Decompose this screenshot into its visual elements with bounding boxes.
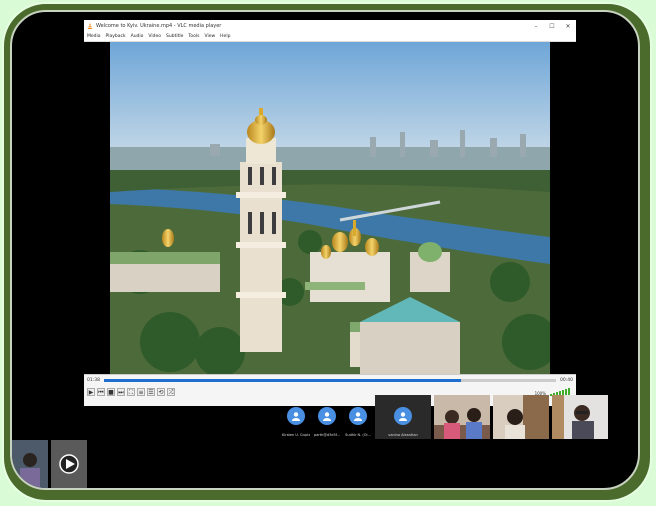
close-button[interactable]: ✕ (560, 23, 576, 30)
fullscreen-icon[interactable]: ⛶ (127, 388, 135, 396)
loop-icon[interactable]: ⟲ (157, 388, 165, 396)
menu-view[interactable]: View (204, 34, 215, 39)
avatar (287, 407, 305, 425)
participant-tile[interactable]: Sudhir N. (Ol... (344, 395, 372, 439)
menu-media[interactable]: Media (87, 34, 101, 39)
participant-name: Sudhir N. (Ol... (345, 433, 371, 437)
title-bar[interactable]: Welcome to Kyiv. Ukraine.mp4 - VLC media… (84, 20, 576, 32)
vlc-window: Welcome to Kyiv. Ukraine.mp4 - VLC media… (84, 20, 576, 406)
maximize-button[interactable]: ☐ (544, 23, 560, 30)
user-icon (292, 412, 300, 421)
avatar (349, 407, 367, 425)
participant-tile[interactable]: Kirsten U. Gupta (282, 395, 310, 439)
user-icon (323, 412, 331, 421)
window-title: Welcome to Kyiv. Ukraine.mp4 - VLC media… (96, 23, 222, 29)
vlc-cone-icon (87, 23, 93, 29)
extended-settings-icon[interactable]: ≡ (137, 388, 145, 396)
participant-video-tile[interactable] (434, 395, 490, 439)
participant-thumbnail[interactable] (51, 440, 87, 490)
seek-progress (103, 378, 462, 382)
menu-subtitle[interactable]: Subtitle (166, 34, 183, 39)
participant-name: parth@d3e5f... (313, 433, 341, 437)
elapsed-time: 01:38 (87, 377, 100, 383)
participant-name: vanina Aleantian (388, 433, 418, 437)
thumbnail-strip (12, 440, 87, 490)
shuffle-icon[interactable]: ⤮ (167, 388, 175, 396)
video-frame-kyiv-lavra (110, 42, 550, 374)
screen-area: Welcome to Kyiv. Ukraine.mp4 - VLC media… (10, 10, 640, 490)
participant-tile[interactable]: parth@d3e5f... (313, 395, 341, 439)
participant-tile[interactable]: vanina Aleantian (375, 395, 431, 439)
next-icon[interactable]: ⏭ (117, 388, 125, 396)
video-area[interactable] (84, 42, 576, 374)
participant-video-tile[interactable] (552, 395, 608, 439)
menu-playback[interactable]: Playback (106, 34, 126, 39)
seek-bar[interactable] (103, 378, 557, 382)
participant-thumbnail[interactable] (12, 440, 48, 490)
stop-icon[interactable]: ■ (107, 388, 115, 396)
user-icon (354, 412, 362, 421)
previous-icon[interactable]: ⏮ (97, 388, 105, 396)
minimize-button[interactable]: – (528, 23, 544, 30)
playlist-icon[interactable]: ☰ (147, 388, 155, 396)
avatar (318, 407, 336, 425)
menu-tools[interactable]: Tools (188, 34, 199, 39)
remaining-time: 00:40 (560, 377, 573, 383)
user-icon (399, 412, 407, 421)
play-icon[interactable]: ▶ (87, 388, 95, 396)
participants-strip: Kirsten U. Gupta parth@d3e5f... Sudhir N… (282, 395, 608, 439)
menu-video[interactable]: Video (148, 34, 161, 39)
participant-name: Kirsten U. Gupta (282, 433, 310, 437)
participant-video-tile[interactable] (493, 395, 549, 439)
menu-audio[interactable]: Audio (131, 34, 144, 39)
menu-help[interactable]: Help (220, 34, 230, 39)
avatar (394, 407, 412, 425)
menu-bar: Media Playback Audio Video Subtitle Tool… (84, 32, 576, 42)
